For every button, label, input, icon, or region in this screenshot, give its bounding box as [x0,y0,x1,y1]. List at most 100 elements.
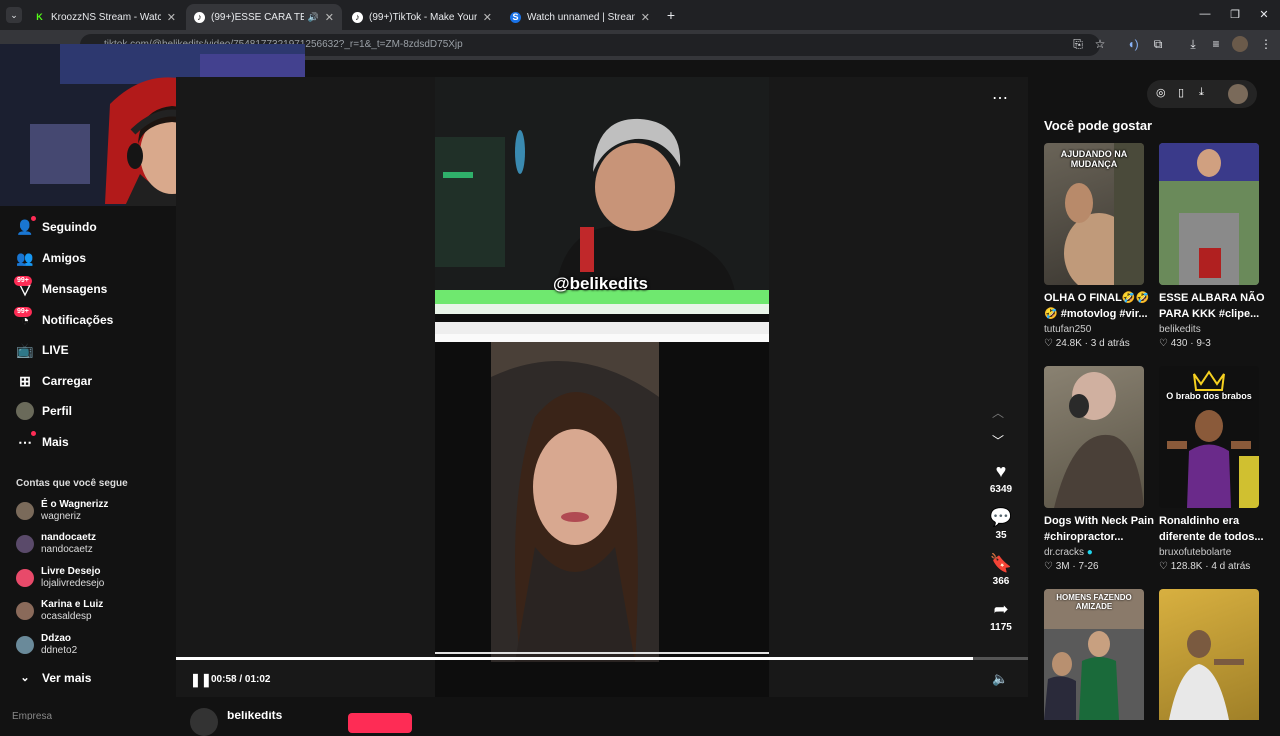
install-app-icon[interactable]: ⎘ [1070,36,1086,52]
thumbnail-image [1054,372,1144,508]
post-date: 7-26 [1078,561,1099,572]
video-content-image [435,77,769,697]
video-card-caption[interactable]: Dogs With Neck Pain #chiropractor... [1044,513,1156,545]
like-button[interactable]: ♥ 6349 [985,460,1017,495]
close-window-icon[interactable]: ✕ [1255,8,1273,22]
bookmark-star-icon[interactable]: ☆ [1092,36,1108,52]
author-avatar[interactable] [190,708,218,736]
sidebar-item-profile[interactable]: Perfil [16,398,72,424]
volume-icon[interactable]: 🔈 [992,671,1008,687]
video-frame[interactable]: @belikedits [435,77,769,697]
next-video-icon[interactable]: ﹀ [992,432,1004,449]
followed-account[interactable]: Livre Desejo lojalivredesejo [16,563,104,593]
video-card-user[interactable]: bruxofutebolarte [1159,547,1231,558]
extensions-icon[interactable]: ⧉ [1150,36,1166,52]
close-tab-icon[interactable]: ✕ [483,11,492,24]
profile-icon [16,402,34,420]
video-card-thumbnail[interactable] [1044,366,1144,508]
profile-avatar-icon[interactable] [1232,36,1248,52]
compass-icon[interactable]: ◎ [1156,86,1166,99]
close-tab-icon[interactable]: ✕ [167,11,176,24]
more-options-icon[interactable]: ⋯ [992,88,1008,108]
tab-title: (99+)ESSE CARA TEM PRO [211,11,304,23]
like-count: 24.8K [1055,338,1082,349]
video-card-user[interactable]: dr.cracks ● [1044,547,1093,558]
video-card-thumbnail[interactable]: O brabo dos brabos [1159,366,1259,508]
see-more-button[interactable]: ⌄ Ver mais [16,665,91,691]
sidebar-item-label: LIVE [42,343,69,357]
progress-fill [176,657,973,660]
share-icon: ➦ [993,599,1009,619]
user-avatar[interactable] [1228,84,1248,104]
pause-icon[interactable]: ❚❚ [190,672,212,688]
video-card-user[interactable]: belikedits [1159,324,1201,335]
sidebar-item-label: Amigos [42,251,87,265]
close-tab-icon[interactable]: ✕ [325,11,334,24]
recommended-title: Você pode gostar [1044,118,1153,133]
followed-account[interactable]: nandocaetz nandocaetz [16,529,96,559]
time-display: 00:58 / 01:02 [211,674,271,685]
comment-button[interactable]: 💬 35 [985,506,1017,541]
video-card-caption[interactable]: OLHA O FINAL🤣🤣 🤣 #motovlog #vir... [1044,290,1156,322]
chrome-menu-icon[interactable]: ⋮ [1258,36,1274,52]
tab-title: KroozzNS Stream - Watch Live [51,11,161,23]
new-tab-icon[interactable]: + [663,7,679,23]
friends-icon: 👥 [16,250,34,266]
video-card-caption[interactable]: ESSE ALBARA NÃO PARA KKK #clipe... [1159,290,1271,322]
previous-video-icon[interactable]: ︿ [992,404,1004,421]
browser-tab-2[interactable]: ♪ (99+)TikTok - Make Your Day ✕ [344,4,500,30]
close-tab-icon[interactable]: ✕ [641,11,650,24]
video-card-thumbnail[interactable] [1159,589,1259,720]
reading-list-icon[interactable]: ≡ [1208,36,1224,52]
browser-tab-3[interactable]: S Watch unnamed | Streamable ✕ [502,4,658,30]
notifications-badge: 99+ [14,307,32,317]
sidebar-item-label: Carregar [42,374,93,388]
followed-account[interactable]: É o Wagnerizz wagneriz [16,496,108,526]
account-name: Livre Desejo [41,566,101,577]
followed-account[interactable]: Ddzao ddneto2 [16,630,77,660]
video-card-user[interactable]: tutufan250 [1044,324,1091,335]
following-accounts-header: Contas que você segue [16,478,128,489]
account-name: Ddzao [41,633,71,644]
sidebar-item-notifications[interactable]: ◔ 99+ Notificações [14,307,113,333]
audio-playing-icon[interactable]: ◖) [1125,36,1141,52]
messages-badge: 99+ [14,276,32,286]
mobile-icon[interactable]: ▯ [1178,86,1184,99]
share-button[interactable]: ➦ 1175 [985,598,1017,633]
video-card-thumbnail[interactable] [1159,143,1259,285]
download-video-icon[interactable]: ⤓ [1199,86,1204,99]
video-card-stats: ♡ 3M · 7-26 [1044,561,1099,572]
sidebar-item-upload[interactable]: ⊞ Carregar [16,368,92,394]
tiktok-favicon-icon: ♪ [194,11,205,23]
follow-button[interactable] [348,713,412,733]
like-count: 128.8K [1170,561,1203,572]
video-card-stats: ♡ 24.8K · 3 d atrás [1044,338,1130,349]
sidebar-item-live[interactable]: 📺 LIVE [16,337,69,363]
speaker-icon[interactable]: 🔊 [308,12,319,23]
maximize-icon[interactable]: ❐ [1226,8,1244,22]
followed-account[interactable]: Karina e Luiz ocasaldesp [16,596,103,626]
minimize-icon[interactable]: — [1196,8,1214,22]
browser-tab-1[interactable]: ♪ (99+)ESSE CARA TEM PRO 🔊 ✕ [186,4,342,30]
upload-icon: ⊞ [19,373,31,389]
sidebar-item-messages[interactable]: ▽ 99+ Mensagens [14,276,107,302]
save-button[interactable]: 🔖 366 [985,552,1017,587]
like-count: 6349 [989,484,1013,495]
tiktok-favicon-icon: ♪ [352,11,363,23]
author-name[interactable]: belikedits [227,711,282,720]
post-date: 4 d atrás [1211,561,1251,572]
video-card-thumbnail[interactable]: HOMENS FAZENDO AMIZADE [1044,589,1144,720]
save-count: 366 [992,576,1010,587]
sidebar-item-following[interactable]: 👤 Seguindo [16,214,97,240]
footer-company-link[interactable]: Empresa [12,712,52,720]
like-count: 430 [1170,338,1188,349]
video-card-caption[interactable]: Ronaldinho era diferente de todos... [1159,513,1271,545]
sidebar-item-friends[interactable]: 👥 Amigos [16,245,86,271]
account-name: É o Wagnerizz [41,499,109,510]
download-icon[interactable]: ⤓ [1185,36,1201,52]
chevron-down-icon: ⌄ [20,672,30,684]
sidebar-item-more[interactable]: ⋯ Mais [16,429,69,455]
tab-search-icon[interactable]: ⌄ [6,7,22,23]
video-card-thumbnail[interactable]: AJUDANDO NA MUDANÇA [1044,143,1144,285]
browser-tab-0[interactable]: K KroozzNS Stream - Watch Live ✕ [26,4,184,30]
